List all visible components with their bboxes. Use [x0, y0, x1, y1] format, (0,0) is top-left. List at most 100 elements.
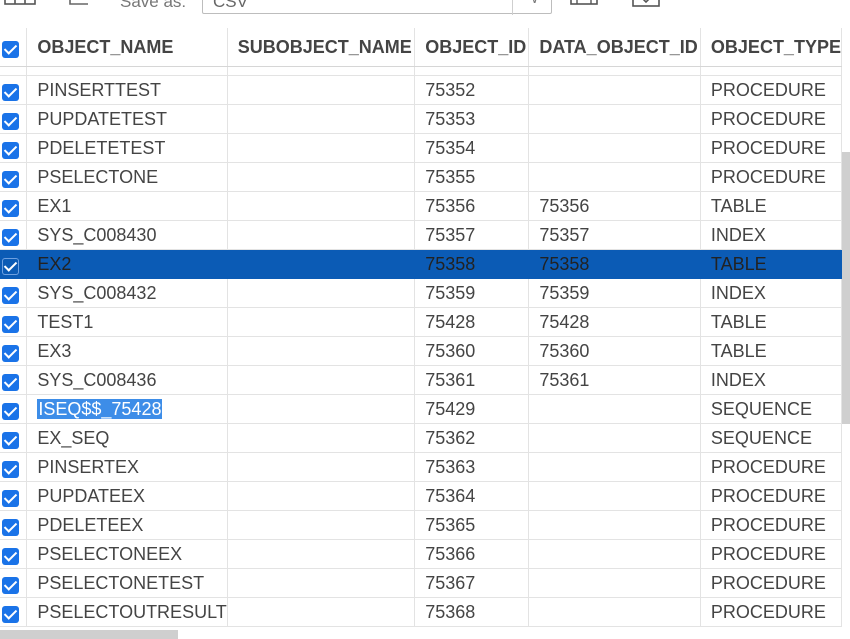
row-checkbox-cell[interactable] — [0, 394, 28, 424]
select-all-checkbox[interactable] — [2, 40, 19, 58]
row-checkbox-cell[interactable] — [0, 481, 28, 511]
cell-object-id[interactable]: 75368 — [414, 597, 530, 627]
row-checkbox-cell[interactable] — [0, 510, 28, 540]
row-checkbox-cell[interactable] — [0, 568, 28, 598]
cell-object-name[interactable]: TEST1 — [26, 307, 228, 337]
table-row[interactable]: EX2 75358 75358 TABLE — [0, 249, 842, 279]
row-checkbox-cell[interactable] — [0, 191, 28, 221]
cell-object-type[interactable]: PROCEDURE — [700, 162, 842, 192]
cell-data-object-id[interactable] — [528, 539, 701, 569]
cell-subobject-name[interactable] — [227, 336, 416, 366]
cell-subobject-name[interactable] — [227, 510, 416, 540]
cell-subobject-name[interactable] — [227, 394, 416, 424]
grid-icon[interactable] — [4, 0, 38, 13]
row-checkbox[interactable] — [2, 605, 19, 623]
cell-object-type[interactable]: PROCEDURE — [700, 75, 842, 105]
cell-object-type[interactable]: PROCEDURE — [700, 597, 842, 627]
table-row[interactable]: PINSERTTEST 75352 PROCEDURE — [0, 75, 842, 105]
row-checkbox-cell[interactable] — [0, 162, 28, 192]
cell-subobject-name[interactable] — [227, 365, 416, 395]
cell-subobject-name[interactable] — [227, 568, 416, 598]
table-row[interactable]: PDELETEEX 75365 PROCEDURE — [0, 510, 842, 540]
cell-subobject-name[interactable] — [227, 278, 416, 308]
cell-object-id[interactable]: 75356 — [414, 191, 530, 221]
cell-object-name[interactable]: PINSERTEX — [26, 452, 228, 482]
cell-object-id[interactable]: 75362 — [414, 423, 530, 453]
table-row[interactable]: PUPDATETEST 75353 PROCEDURE — [0, 104, 842, 134]
row-checkbox-cell[interactable] — [0, 365, 28, 395]
row-checkbox-cell[interactable] — [0, 336, 28, 366]
cell-object-type[interactable]: TABLE — [700, 249, 842, 279]
cell-object-name[interactable]: PSELECTOUTRESULT — [26, 597, 228, 627]
cell-object-type[interactable]: INDEX — [700, 278, 842, 308]
cell-data-object-id[interactable] — [528, 394, 701, 424]
download-icon[interactable] — [632, 0, 662, 13]
cell-object-name[interactable]: SYS_C008430 — [26, 220, 228, 250]
row-checkbox[interactable] — [2, 112, 19, 130]
cell-object-name[interactable]: EX2 — [26, 249, 228, 279]
table-row[interactable]: PSELECTONE 75355 PROCEDURE — [0, 162, 842, 192]
cell-object-type[interactable]: PROCEDURE — [700, 133, 842, 163]
row-checkbox[interactable] — [2, 141, 19, 159]
row-checkbox[interactable] — [2, 228, 19, 246]
cell-object-name[interactable]: ISEQ$$_75428 — [26, 394, 228, 424]
row-checkbox-cell[interactable] — [0, 597, 28, 627]
cell-subobject-name[interactable] — [227, 452, 416, 482]
cell-object-id[interactable]: 75364 — [414, 481, 530, 511]
cell-object-type[interactable]: SEQUENCE — [700, 394, 842, 424]
row-checkbox-cell[interactable] — [0, 75, 28, 105]
cell-data-object-id[interactable] — [528, 75, 701, 105]
cell-object-type[interactable]: SEQUENCE — [700, 423, 842, 453]
cell-subobject-name[interactable] — [227, 191, 416, 221]
cell-object-id[interactable]: 75354 — [414, 133, 530, 163]
cell-object-type[interactable]: PROCEDURE — [700, 481, 842, 511]
cell-data-object-id[interactable] — [528, 452, 701, 482]
cell-object-id[interactable]: 75358 — [414, 249, 530, 279]
cell-object-id[interactable]: 75366 — [414, 539, 530, 569]
cell-object-name[interactable]: PUPDATEEX — [26, 481, 228, 511]
cell-data-object-id[interactable]: 75428 — [528, 307, 701, 337]
cell-subobject-name[interactable] — [227, 307, 416, 337]
cell-subobject-name[interactable] — [227, 423, 416, 453]
row-checkbox[interactable] — [2, 83, 19, 101]
table-row[interactable]: SYS_C008430 75357 75357 INDEX — [0, 220, 842, 250]
row-checkbox-cell[interactable] — [0, 220, 28, 250]
table-row[interactable]: PINSERTEX 75363 PROCEDURE — [0, 452, 842, 482]
cell-object-id[interactable]: 75360 — [414, 336, 530, 366]
cell-object-id[interactable]: 75361 — [414, 365, 530, 395]
cell-data-object-id[interactable]: 75361 — [528, 365, 701, 395]
table-row[interactable]: SYS_C008432 75359 75359 INDEX — [0, 278, 842, 308]
row-checkbox[interactable] — [2, 576, 19, 594]
cell-object-type[interactable]: INDEX — [700, 365, 842, 395]
table-row[interactable]: SYS_C008436 75361 75361 INDEX — [0, 365, 842, 395]
cell-subobject-name[interactable] — [227, 75, 416, 105]
cell-object-type[interactable]: PROCEDURE — [700, 568, 842, 598]
cell-object-id[interactable]: 75357 — [414, 220, 530, 250]
cell-object-name[interactable]: EX1 — [26, 191, 228, 221]
cell-subobject-name[interactable] — [227, 597, 416, 627]
row-checkbox-cell[interactable] — [0, 249, 28, 279]
cell-subobject-name[interactable] — [227, 162, 416, 192]
cell-object-type[interactable]: PROCEDURE — [700, 452, 842, 482]
cell-object-type[interactable]: TABLE — [700, 307, 842, 337]
table-row[interactable]: ISEQ$$_75428 75429 SEQUENCE — [0, 394, 842, 424]
row-checkbox-cell[interactable] — [0, 104, 28, 134]
cell-object-type[interactable]: PROCEDURE — [700, 104, 842, 134]
horizontal-scrollbar[interactable] — [0, 630, 178, 639]
cell-data-object-id[interactable] — [528, 104, 701, 134]
cell-object-name[interactable]: EX_SEQ — [26, 423, 228, 453]
cell-object-id[interactable]: 75355 — [414, 162, 530, 192]
row-checkbox[interactable] — [2, 373, 19, 391]
row-checkbox[interactable] — [2, 489, 19, 507]
cell-data-object-id[interactable]: 75357 — [528, 220, 701, 250]
table-row[interactable]: TEST1 75428 75428 TABLE — [0, 307, 842, 337]
cell-object-type[interactable]: INDEX — [700, 220, 842, 250]
row-checkbox[interactable] — [2, 431, 19, 449]
cell-object-id[interactable]: 75367 — [414, 568, 530, 598]
table-row[interactable]: PSELECTONEEX 75366 PROCEDURE — [0, 539, 842, 569]
cell-object-name[interactable]: PDELETEEX — [26, 510, 228, 540]
cell-data-object-id[interactable]: 75356 — [528, 191, 701, 221]
column-header-data-object-id[interactable]: DATA_OBJECT_ID — [528, 28, 701, 67]
cell-object-id[interactable]: 75352 — [414, 75, 530, 105]
vertical-scrollbar[interactable] — [842, 152, 850, 424]
